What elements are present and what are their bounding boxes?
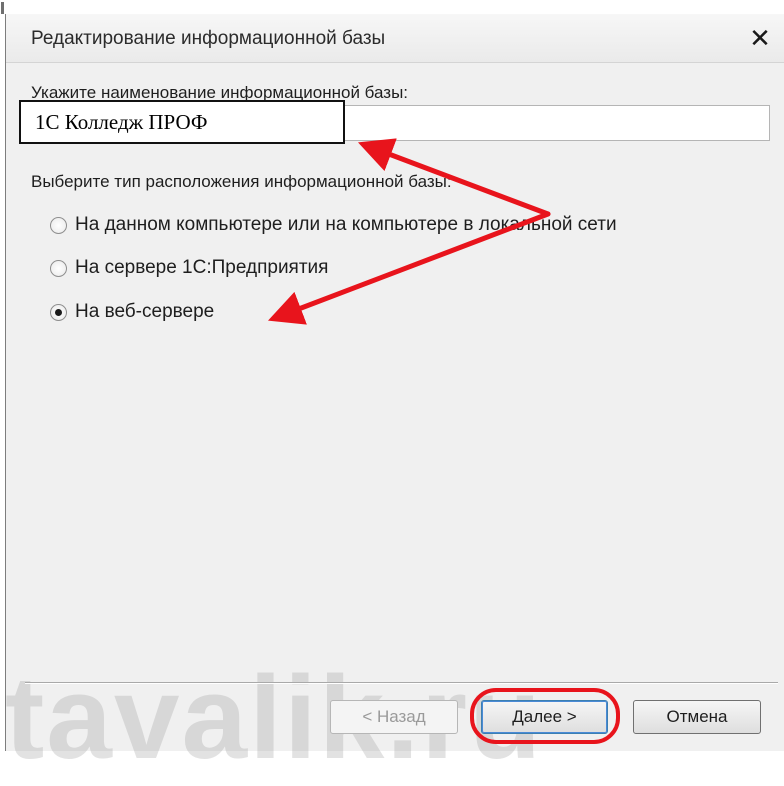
- radio-local-label: На данном компьютере или на компьютере в…: [75, 214, 617, 235]
- title-bar: Редактирование информационной базы ✕: [6, 14, 784, 63]
- location-label: Выберите тип расположения информационной…: [31, 172, 452, 191]
- close-button[interactable]: ✕: [742, 20, 778, 56]
- window-title: Редактирование информационной базы: [31, 28, 386, 49]
- radio-button-checked-icon: [50, 303, 67, 321]
- next-button[interactable]: Далее >: [481, 700, 608, 734]
- radio-button-icon: [50, 259, 67, 277]
- name-value-overlay: 1С Колледж ПРОФ: [19, 100, 345, 144]
- back-button[interactable]: < Назад: [330, 700, 458, 734]
- window-corner-mark: [1, 2, 4, 14]
- screen-top-strip: [0, 0, 784, 14]
- radio-web-server-label: На веб-сервере: [75, 301, 215, 322]
- watermark: tavalik.ru: [5, 652, 544, 784]
- radio-server-label: На сервере 1С:Предприятия: [75, 257, 329, 278]
- cancel-button[interactable]: Отмена: [633, 700, 761, 734]
- radio-web-server[interactable]: На веб-сервере: [50, 301, 214, 323]
- radio-local[interactable]: На данном компьютере или на компьютере в…: [50, 214, 617, 236]
- button-separator: [25, 682, 778, 684]
- radio-button-icon: [50, 216, 67, 234]
- close-icon: ✕: [749, 22, 771, 53]
- radio-server[interactable]: На сервере 1С:Предприятия: [50, 257, 328, 279]
